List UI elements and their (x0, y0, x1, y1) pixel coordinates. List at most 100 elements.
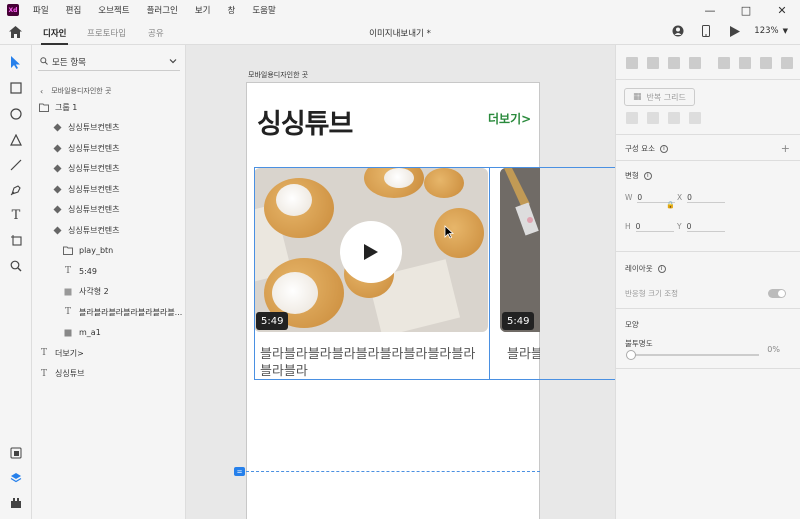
mode-tab-bar: 디자인 프로토타입 공유 이미지내보내기 * 123% ▼ (0, 20, 800, 45)
text-tool-icon[interactable]: T (8, 207, 24, 223)
appearance-label: 모양 (625, 320, 639, 329)
artboard-tool-icon[interactable] (8, 232, 24, 248)
ellipse-tool-icon[interactable] (8, 106, 24, 122)
layer-item[interactable]: 그룹 1 (39, 97, 77, 117)
responsive-resize-toggle[interactable] (768, 289, 786, 298)
layer-label: 싱싱튜브 (55, 369, 85, 378)
section-title[interactable]: 싱싱튜브 (257, 102, 353, 141)
layer-item[interactable]: 싱싱튜브컨텐츠 (52, 179, 120, 199)
property-inspector: ▦ 반복 그리드 구성 요소 i + 변형 i W0 X0 H0 Y0 🔒 레이… (615, 45, 800, 519)
layer-item[interactable]: T 5:49 (63, 261, 97, 281)
search-icon (40, 57, 48, 65)
artboard-label[interactable]: 모바일용디자인한 곳 (248, 70, 308, 80)
chevron-down-icon[interactable]: ▼ (783, 27, 788, 35)
align-center-icon[interactable] (739, 57, 751, 69)
device-preview-icon[interactable] (702, 25, 711, 37)
minimize-icon[interactable]: — (692, 0, 728, 20)
image-icon (63, 328, 73, 338)
distribute-horizontal-icon[interactable] (781, 57, 793, 69)
layer-label: 블라블라블라블라블라블라블... (79, 307, 183, 317)
folder-icon (39, 102, 49, 112)
x-field[interactable]: X0 (677, 193, 726, 203)
close-icon[interactable]: ✕ (764, 0, 800, 20)
align-middle-icon[interactable] (647, 57, 659, 69)
layer-item[interactable]: T 더보기> (39, 343, 84, 363)
intersect-icon[interactable] (668, 112, 680, 124)
layer-item[interactable]: 싱싱튜브컨텐츠 (52, 138, 120, 158)
layer-item[interactable]: T 싱싱튜브 (39, 364, 84, 384)
select-tool-icon[interactable] (8, 54, 24, 70)
height-field[interactable]: H0 (625, 222, 674, 232)
info-icon[interactable]: i (657, 264, 666, 273)
back-chevron-icon[interactable]: ‹ (40, 87, 43, 96)
opacity-slider-track[interactable] (627, 354, 759, 356)
exclude-icon[interactable] (689, 112, 701, 124)
opacity-value[interactable]: 0% (767, 345, 780, 354)
layers-filter-label: 모든 항목 (52, 57, 86, 68)
align-top-icon[interactable] (626, 57, 638, 69)
x-value[interactable]: 0 (687, 193, 726, 203)
responsive-resize-label: 반응형 크기 조정 (625, 289, 679, 298)
subtract-icon[interactable] (647, 112, 659, 124)
menu-plugins[interactable]: 플러그인 (147, 4, 178, 16)
align-bottom-icon[interactable] (668, 57, 680, 69)
menu-file[interactable]: 파일 (33, 4, 49, 16)
layer-label: 싱싱튜브컨텐츠 (68, 143, 120, 153)
info-icon[interactable]: i (643, 171, 652, 180)
layer-item[interactable]: m_a1 (63, 323, 101, 343)
layer-item[interactable]: 사각형 2 (63, 282, 109, 302)
info-icon[interactable]: i (659, 144, 668, 153)
layer-item[interactable]: 싱싱튜브컨텐츠 (52, 220, 120, 240)
layers-filter-dropdown[interactable]: 모든 항목 (38, 53, 180, 71)
menu-help[interactable]: 도움말 (252, 4, 275, 16)
align-left-icon[interactable] (718, 57, 730, 69)
menu-edit[interactable]: 편집 (66, 4, 82, 16)
layers-breadcrumb[interactable]: ‹ 모바일용디자인한 곳 (40, 86, 111, 96)
align-toolbar (626, 57, 800, 69)
layer-label: 싱싱튜브컨텐츠 (68, 123, 120, 132)
y-value[interactable]: 0 (686, 222, 725, 232)
user-profile-icon[interactable] (672, 25, 684, 37)
scroll-guide-handle[interactable]: = (234, 467, 245, 476)
lock-ratio-icon[interactable]: 🔒 (666, 201, 675, 209)
line-tool-icon[interactable] (8, 157, 24, 173)
zoom-level[interactable]: 123% (754, 26, 778, 36)
divider (616, 160, 800, 161)
assets-icon[interactable] (8, 445, 24, 461)
maximize-icon[interactable]: □ (728, 0, 764, 20)
menu-object[interactable]: 오브젝트 (98, 4, 129, 16)
pen-tool-icon[interactable] (8, 182, 24, 198)
opacity-label: 불투명도 (625, 339, 653, 348)
layer-item[interactable]: T 블라블라블라블라블라블라블... (63, 302, 182, 322)
layer-item[interactable]: 싱싱튜브컨텐츠 (52, 159, 120, 179)
divider (616, 368, 800, 369)
add-icon[interactable] (626, 112, 638, 124)
layer-item[interactable]: 싱싱튜브컨텐츠 (52, 200, 120, 220)
components-label: 구성 요소 (625, 144, 655, 153)
selection-bounding-box[interactable] (254, 167, 615, 380)
polygon-tool-icon[interactable] (8, 132, 24, 148)
opacity-slider-knob[interactable] (626, 350, 636, 360)
add-component-icon[interactable]: + (781, 142, 790, 155)
align-right-icon[interactable] (760, 57, 772, 69)
layer-label: 싱싱튜브컨텐츠 (68, 164, 120, 173)
more-link[interactable]: 더보기> (488, 110, 531, 127)
menu-view[interactable]: 보기 (195, 4, 211, 16)
transform-header: 변형 i (625, 170, 652, 181)
design-canvas[interactable]: 모바일용디자인한 곳 싱싱튜브 더보기> 5:49 블라블라블라블라블라블라블라… (186, 45, 615, 519)
zoom-tool-icon[interactable] (8, 258, 24, 274)
layer-item[interactable]: 싱싱튜브컨텐츠 (52, 118, 120, 138)
text-icon: T (64, 307, 71, 317)
component-icon (52, 143, 62, 153)
y-field[interactable]: Y0 (677, 222, 725, 232)
distribute-vertical-icon[interactable] (689, 57, 701, 69)
layer-item[interactable]: play_btn (63, 241, 113, 261)
height-value[interactable]: 0 (635, 222, 674, 232)
menu-window[interactable]: 창 (227, 4, 235, 16)
scroll-guide-line[interactable] (246, 471, 540, 472)
play-preview-icon[interactable] (730, 25, 741, 37)
rectangle-tool-icon[interactable] (8, 80, 24, 96)
layers-icon[interactable] (8, 470, 24, 486)
plugins-icon[interactable] (8, 495, 24, 511)
repeat-grid-button[interactable]: ▦ 반복 그리드 (624, 88, 695, 106)
